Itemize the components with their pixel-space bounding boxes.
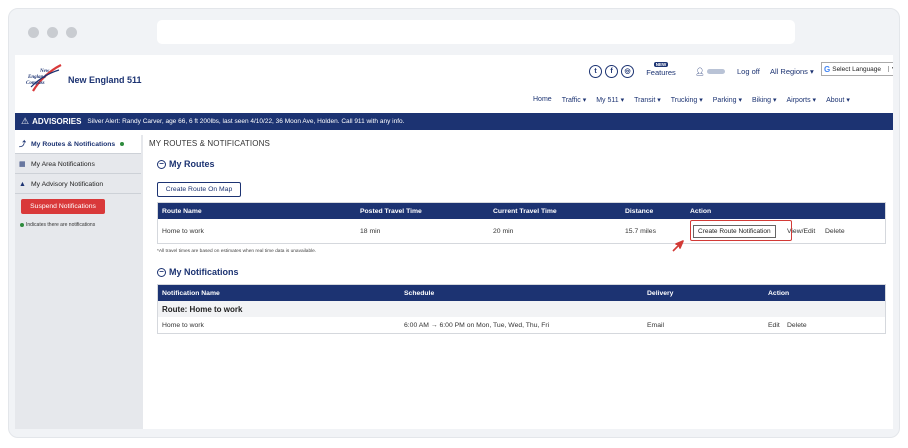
site-header: New England Compass New England 511 t f … xyxy=(15,55,893,107)
nav-home[interactable]: Home xyxy=(533,96,552,104)
column-header: Distance xyxy=(625,207,654,215)
regions-dropdown[interactable]: All Regions ▾ xyxy=(770,63,814,79)
page-title: MY ROUTES & NOTIFICATIONS xyxy=(149,139,270,148)
nav-my511[interactable]: My 511 ▾ xyxy=(596,96,624,104)
sidebar-item-label: My Routes & Notifications xyxy=(31,140,116,148)
indicator-note: Indicates there are notifications xyxy=(26,222,96,228)
address-bar[interactable] xyxy=(157,20,795,44)
sidebar-item-label: My Advisory Notification xyxy=(31,180,104,188)
divider xyxy=(15,153,141,154)
sidebar-item-area[interactable]: ▦ My Area Notifications xyxy=(15,155,141,173)
instagram-icon[interactable]: ◎ xyxy=(621,64,634,78)
window-minimize-dot[interactable] xyxy=(47,27,58,38)
distance: 15.7 miles xyxy=(625,227,656,235)
section-title: My Notifications xyxy=(169,267,239,277)
svg-text:Compass: Compass xyxy=(26,81,45,86)
group-row: Route: Home to work xyxy=(158,301,885,317)
my-routes-heading[interactable]: − My Routes xyxy=(157,159,215,169)
window-maximize-dot[interactable] xyxy=(66,27,77,38)
advisory-banner[interactable]: ⚠ ADVISORIES Silver Alert: Randy Carver,… xyxy=(15,113,893,130)
warning-icon: ⚠ xyxy=(21,116,30,126)
logoff-link[interactable]: Log off xyxy=(737,63,760,79)
column-header: Posted Travel Time xyxy=(360,207,422,215)
indicator-legend: Indicates there are notifications xyxy=(20,222,95,228)
table-header: Notification Name Schedule Delivery Acti… xyxy=(158,285,885,301)
sidebar-item-routes[interactable]: ⤴ My Routes & Notifications xyxy=(15,135,141,153)
delete-route-link[interactable]: Delete xyxy=(825,219,845,243)
pointer-arrow-icon xyxy=(672,240,684,252)
map-icon: ▦ xyxy=(19,161,26,168)
sidebar: ⤴ My Routes & Notifications ▦ My Area No… xyxy=(15,135,143,429)
google-translate-icon: G xyxy=(824,64,831,74)
create-route-button[interactable]: Create Route On Map xyxy=(157,182,241,197)
group-label: Route: Home to work xyxy=(162,304,243,314)
notification-indicator xyxy=(20,223,24,227)
advisory-text: Silver Alert: Randy Carver, age 66, 6 ft… xyxy=(87,118,405,125)
user-icon: 👤︎ xyxy=(695,66,705,76)
nav-about[interactable]: About ▾ xyxy=(826,96,850,104)
current-time: 20 min xyxy=(493,227,514,235)
table-row: Home to work 18 min 20 min 15.7 miles Cr… xyxy=(158,219,885,243)
sidebar-item-label: My Area Notifications xyxy=(31,160,95,168)
nav-airports[interactable]: Airports ▾ xyxy=(787,96,817,104)
svg-text:New: New xyxy=(39,69,50,74)
sidebar-item-advisory[interactable]: ▲ My Advisory Notification xyxy=(15,175,141,193)
browser-window: New England Compass New England 511 t f … xyxy=(8,8,900,438)
my-notifications-heading[interactable]: − My Notifications xyxy=(157,267,239,277)
notification-delivery: Email xyxy=(647,321,664,329)
warning-icon: ▲ xyxy=(19,180,26,188)
route-icon: ⤴ xyxy=(19,141,26,148)
user-menu[interactable]: 👤︎ xyxy=(695,63,725,79)
web-page: New England Compass New England 511 t f … xyxy=(15,55,893,429)
column-header: Delivery xyxy=(647,289,674,297)
nav-trucking[interactable]: Trucking ▾ xyxy=(671,96,703,104)
browser-titlebar xyxy=(9,9,899,55)
language-arrow: ▼ xyxy=(888,66,893,72)
column-header: Action xyxy=(690,207,712,215)
features-link[interactable]: NEW Features xyxy=(643,59,679,77)
routes-table: Route Name Posted Travel Time Current Tr… xyxy=(157,202,886,244)
section-title: My Routes xyxy=(169,159,215,169)
features-label: Features xyxy=(646,68,676,77)
edit-notification-link[interactable]: Edit xyxy=(768,317,780,333)
nav-traffic[interactable]: Traffic ▾ xyxy=(562,96,587,104)
delete-notification-link[interactable]: Delete xyxy=(787,317,807,333)
route-name: Home to work xyxy=(162,227,204,235)
user-name-redacted xyxy=(706,68,725,74)
table-row: Home to work 6:00 AM → 6:00 PM on Mon, T… xyxy=(158,317,885,333)
collapse-icon[interactable]: − xyxy=(157,159,166,169)
notification-indicator xyxy=(120,142,125,146)
social-links: t f ◎ xyxy=(589,63,634,79)
language-select[interactable]: G Select Language ▼ xyxy=(821,62,893,76)
highlight-box xyxy=(690,220,792,241)
nav-transit[interactable]: Transit ▾ xyxy=(634,96,661,104)
window-close-dot[interactable] xyxy=(28,27,39,38)
twitter-icon[interactable]: t xyxy=(589,64,602,78)
travel-time-footnote: *All travel times are based on estimates… xyxy=(157,249,317,254)
table-header: Route Name Posted Travel Time Current Tr… xyxy=(158,203,885,219)
nav-parking[interactable]: Parking ▾ xyxy=(713,96,742,104)
notification-name: Home to work xyxy=(162,321,204,329)
collapse-icon[interactable]: − xyxy=(157,267,166,277)
notification-schedule: 6:00 AM → 6:00 PM on Mon, Tue, Wed, Thu,… xyxy=(404,321,550,329)
column-header: Route Name xyxy=(162,207,202,215)
main-nav: Home Traffic ▾ My 511 ▾ Transit ▾ Trucki… xyxy=(533,96,860,104)
posted-time: 18 min xyxy=(360,227,381,235)
suspend-notifications-button[interactable]: Suspend Notifications xyxy=(21,199,105,214)
notifications-table: Notification Name Schedule Delivery Acti… xyxy=(157,284,886,334)
site-logo[interactable]: New England Compass xyxy=(25,61,67,95)
site-brand[interactable]: New England 511 xyxy=(68,75,142,85)
divider xyxy=(15,193,141,194)
divider xyxy=(15,173,141,174)
svg-text:England: England xyxy=(27,75,46,80)
column-header: Action xyxy=(768,289,790,297)
new-badge: NEW xyxy=(653,62,669,67)
advisory-title: ADVISORIES xyxy=(32,117,82,126)
facebook-icon[interactable]: f xyxy=(605,64,618,78)
column-header: Schedule xyxy=(404,289,435,297)
language-label: Select Language xyxy=(832,65,882,73)
column-header: Current Travel Time xyxy=(493,207,557,215)
nav-biking[interactable]: Biking ▾ xyxy=(752,96,777,104)
column-header: Notification Name xyxy=(162,289,220,297)
